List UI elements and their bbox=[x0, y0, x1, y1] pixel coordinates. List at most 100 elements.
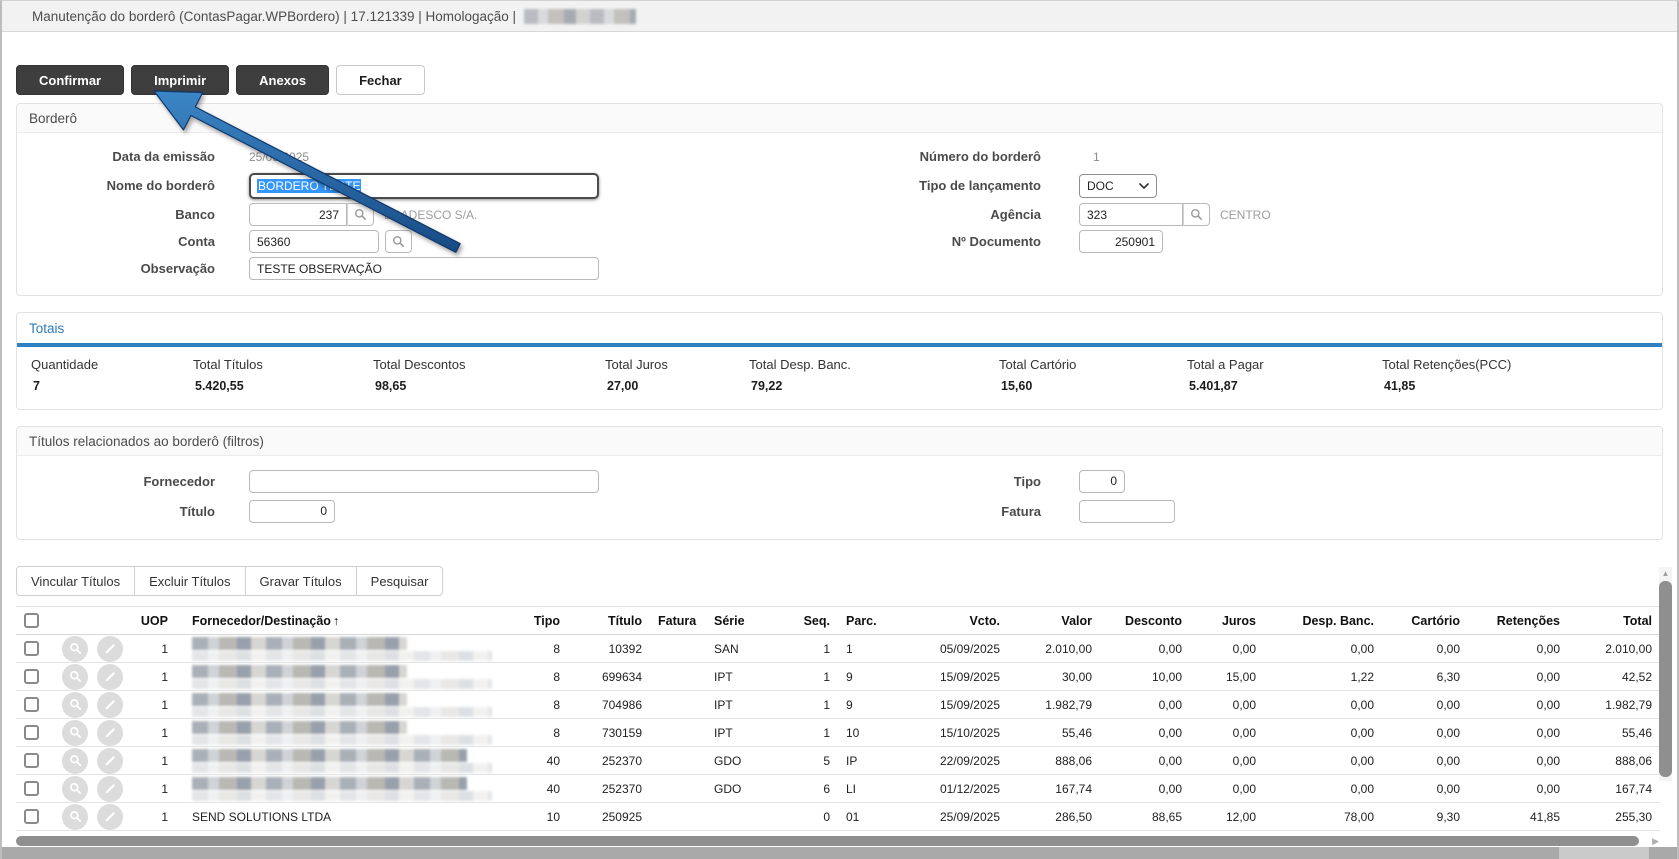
grid-action-buttons: Vincular Títulos Excluir Títulos Gravar … bbox=[16, 566, 443, 596]
cell-total: 55,46 bbox=[1568, 719, 1660, 747]
total-value: 7 bbox=[31, 379, 193, 393]
cell-total: 255,30 bbox=[1568, 803, 1660, 831]
row-checkbox[interactable] bbox=[24, 781, 39, 796]
conta-search-button[interactable] bbox=[385, 230, 412, 253]
row-checkbox[interactable] bbox=[24, 753, 39, 768]
total-column: Total Cartório15,60 bbox=[999, 357, 1187, 393]
vincular-titulos-button[interactable]: Vincular Títulos bbox=[16, 566, 135, 596]
row-checkbox[interactable] bbox=[24, 641, 39, 656]
cell-tipo: 40 bbox=[506, 775, 568, 803]
row-view-button[interactable] bbox=[62, 776, 88, 802]
cell-vcto: 22/09/2025 bbox=[896, 747, 1008, 775]
cell-fatura bbox=[650, 803, 702, 831]
window-title-bar: Manutenção do borderô (ContasPagar.WPBor… bbox=[2, 1, 1677, 32]
cell-tipo: 8 bbox=[506, 691, 568, 719]
total-column: Total Juros27,00 bbox=[605, 357, 749, 393]
row-checkbox[interactable] bbox=[24, 669, 39, 684]
agencia-search-button[interactable] bbox=[1183, 203, 1210, 226]
total-value: 5.401,87 bbox=[1187, 379, 1382, 393]
magnifier-icon bbox=[354, 208, 367, 221]
row-edit-button[interactable] bbox=[97, 692, 123, 718]
imprimir-button[interactable]: Imprimir bbox=[131, 65, 229, 95]
cell-uop: 1 bbox=[124, 775, 176, 803]
row-view-button[interactable] bbox=[62, 748, 88, 774]
filtro-titulo-input[interactable] bbox=[249, 500, 335, 523]
cell-desconto: 0,00 bbox=[1100, 747, 1190, 775]
documento-label: Nº Documento bbox=[823, 234, 1041, 249]
total-column: Total Descontos98,65 bbox=[373, 357, 605, 393]
pencil-icon bbox=[104, 727, 116, 739]
row-edit-button[interactable] bbox=[97, 720, 123, 746]
anexos-button[interactable]: Anexos bbox=[236, 65, 329, 95]
cell-serie: IPT bbox=[702, 663, 790, 691]
fechar-button[interactable]: Fechar bbox=[336, 65, 425, 95]
filtro-fatura-input[interactable] bbox=[1079, 500, 1175, 523]
observacao-input[interactable] bbox=[249, 257, 599, 280]
documento-input[interactable] bbox=[1079, 230, 1163, 253]
totais-grid: Quantidade7Total Títulos5.420,55Total De… bbox=[17, 347, 1662, 409]
magnifier-icon bbox=[69, 698, 82, 711]
scroll-right-icon[interactable]: ▶ bbox=[1652, 836, 1659, 847]
cell-parc: 9 bbox=[838, 663, 896, 691]
row-edit-button[interactable] bbox=[97, 664, 123, 690]
row-edit-button[interactable] bbox=[97, 636, 123, 662]
cell-cartorio: 6,30 bbox=[1382, 663, 1468, 691]
nome-bordero-input[interactable]: BORDERO TESTE bbox=[249, 173, 599, 199]
cell-fatura bbox=[650, 663, 702, 691]
cell-desp-banc: 1,22 bbox=[1264, 663, 1382, 691]
total-column: Total Retenções(PCC)41,85 bbox=[1382, 357, 1662, 393]
redacted-fornecedor bbox=[192, 721, 407, 734]
cell-retencoes: 0,00 bbox=[1468, 691, 1568, 719]
row-checkbox[interactable] bbox=[24, 809, 39, 824]
row-view-button[interactable] bbox=[62, 664, 88, 690]
header-total: Total bbox=[1568, 607, 1660, 635]
horizontal-scrollbar: ▶ bbox=[16, 836, 1663, 847]
filtro-fornecedor-input[interactable] bbox=[249, 470, 599, 493]
confirmar-button[interactable]: Confirmar bbox=[16, 65, 124, 95]
cell-cartorio: 0,00 bbox=[1382, 775, 1468, 803]
excluir-titulos-button[interactable]: Excluir Títulos bbox=[134, 566, 245, 596]
window-title: Manutenção do borderô (ContasPagar.WPBor… bbox=[32, 9, 516, 24]
agencia-input[interactable] bbox=[1079, 203, 1183, 226]
cell-fatura bbox=[650, 691, 702, 719]
filtro-tipo-input[interactable] bbox=[1079, 470, 1125, 493]
magnifier-icon bbox=[69, 810, 82, 823]
pencil-icon bbox=[104, 671, 116, 683]
total-column: Total a Pagar5.401,87 bbox=[1187, 357, 1382, 393]
pesquisar-button[interactable]: Pesquisar bbox=[356, 566, 444, 596]
banco-input[interactable] bbox=[249, 203, 347, 226]
row-view-button[interactable] bbox=[62, 692, 88, 718]
total-value: 79,22 bbox=[749, 379, 999, 393]
vertical-scrollbar-thumb[interactable] bbox=[1659, 581, 1672, 777]
cell-fornecedor bbox=[176, 719, 506, 747]
totais-tab[interactable]: Totais bbox=[17, 313, 1662, 343]
row-view-button[interactable] bbox=[62, 720, 88, 746]
conta-input[interactable] bbox=[249, 230, 379, 253]
row-edit-button[interactable] bbox=[97, 776, 123, 802]
gravar-titulos-button[interactable]: Gravar Títulos bbox=[245, 566, 357, 596]
row-edit-button[interactable] bbox=[97, 804, 123, 830]
cell-desconto: 0,00 bbox=[1100, 775, 1190, 803]
magnifier-icon bbox=[69, 726, 82, 739]
cell-seq: 1 bbox=[790, 691, 838, 719]
cell-juros: 0,00 bbox=[1190, 691, 1264, 719]
row-view-button[interactable] bbox=[62, 636, 88, 662]
data-emissao-label: Data da emissão bbox=[31, 149, 215, 164]
header-titulo: Título bbox=[568, 607, 650, 635]
header-fornecedor[interactable]: Fornecedor/Destinação↑ bbox=[176, 607, 506, 635]
select-all-checkbox[interactable] bbox=[24, 613, 39, 628]
horizontal-scrollbar-thumb[interactable] bbox=[16, 836, 1639, 846]
cell-uop: 1 bbox=[124, 719, 176, 747]
tipo-lancamento-select[interactable]: DOC bbox=[1079, 174, 1157, 198]
banco-search-button[interactable] bbox=[347, 203, 374, 226]
row-checkbox[interactable] bbox=[24, 725, 39, 740]
data-emissao-value: 25/09/2025 bbox=[249, 150, 309, 164]
total-value: 98,65 bbox=[373, 379, 605, 393]
magnifier-icon bbox=[69, 670, 82, 683]
row-view-button[interactable] bbox=[62, 804, 88, 830]
cell-fornecedor bbox=[176, 691, 506, 719]
row-checkbox[interactable] bbox=[24, 697, 39, 712]
row-edit-button[interactable] bbox=[97, 748, 123, 774]
scroll-up-icon[interactable]: ▲ bbox=[1659, 567, 1672, 580]
header-fatura: Fatura bbox=[650, 607, 702, 635]
